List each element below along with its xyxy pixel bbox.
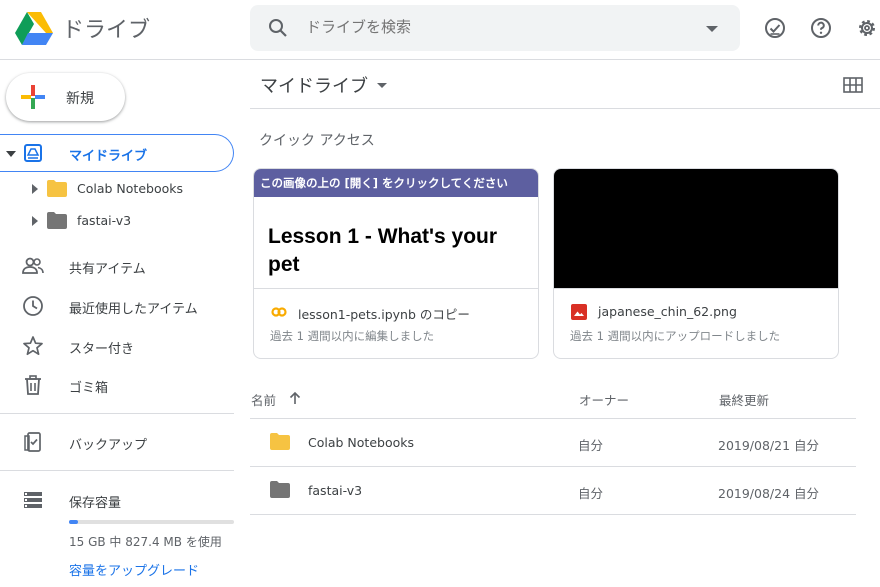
sidebar-item-starred[interactable]: スター付き bbox=[0, 328, 234, 364]
colab-icon bbox=[271, 307, 287, 317]
search-options-dropdown-icon[interactable] bbox=[706, 26, 718, 32]
sidebar-item-label: 最近使用したアイテム bbox=[69, 302, 198, 317]
folder-icon bbox=[270, 481, 290, 498]
sidebar-item-label: スター付き bbox=[69, 342, 135, 357]
expand-arrow-icon[interactable] bbox=[32, 216, 38, 226]
sidebar-item-label: バックアップ bbox=[69, 438, 148, 453]
table-row[interactable]: Colab Notebooks 自分 2019/08/21 自分 bbox=[250, 419, 856, 466]
sidebar-item-label: ゴミ箱 bbox=[69, 381, 109, 396]
storage-usage-text: 15 GB 中 827.4 MB を使用 bbox=[69, 535, 222, 549]
sidebar-item-recent[interactable]: 最近使用したアイテム bbox=[0, 288, 234, 324]
clock-icon bbox=[23, 296, 43, 316]
row-name: fastai-v3 bbox=[308, 483, 363, 498]
upgrade-storage-link[interactable]: 容量をアップグレード bbox=[69, 560, 199, 579]
drive-logo-icon[interactable] bbox=[14, 10, 54, 46]
sidebar-item-storage[interactable]: 保存容量 bbox=[0, 482, 234, 518]
list-divider bbox=[250, 514, 856, 515]
file-name: japanese_chin_62.png bbox=[598, 304, 737, 319]
shared-icon bbox=[22, 257, 44, 274]
sidebar-item-shared[interactable]: 共有アイテム bbox=[0, 248, 234, 284]
row-name: Colab Notebooks bbox=[308, 435, 414, 450]
top-bar: ドライブ bbox=[0, 0, 880, 60]
help-icon[interactable] bbox=[809, 16, 833, 40]
sidebar-item-my-drive[interactable]: マイドライブ bbox=[0, 134, 234, 172]
tree-item-colab-notebooks[interactable]: Colab Notebooks bbox=[0, 174, 234, 204]
image-thumbnail bbox=[554, 169, 838, 289]
page-title-dropdown-icon[interactable] bbox=[377, 83, 387, 88]
offline-check-icon[interactable] bbox=[763, 16, 787, 40]
tree-item-label: fastai-v3 bbox=[77, 213, 132, 228]
file-thumbnail: この画像の上の [開く] をクリックしてください Lesson 1 - What… bbox=[254, 169, 538, 289]
tree-item-fastai-v3[interactable]: fastai-v3 bbox=[0, 206, 234, 236]
my-drive-icon bbox=[24, 144, 42, 162]
sidebar-item-label: 共有アイテム bbox=[69, 262, 146, 277]
settings-icon[interactable] bbox=[855, 16, 879, 40]
quick-access-label: クイック アクセス bbox=[259, 133, 375, 149]
star-icon bbox=[23, 336, 43, 356]
quick-access-card[interactable]: この画像の上の [開く] をクリックしてください Lesson 1 - What… bbox=[253, 168, 539, 359]
storage-usage-fill bbox=[69, 520, 79, 524]
page-title[interactable]: マイドライブ bbox=[260, 72, 368, 98]
quick-access-card[interactable]: japanese_chin_62.png 過去 1 週間以内にアップロードしまし… bbox=[553, 168, 839, 359]
sort-ascending-icon[interactable] bbox=[288, 390, 302, 406]
sidebar-item-label: マイドライブ bbox=[69, 149, 148, 164]
sidebar-divider bbox=[0, 470, 234, 471]
column-header-owner[interactable]: オーナー bbox=[579, 390, 629, 409]
collapse-caret-icon[interactable] bbox=[6, 151, 16, 157]
file-activity: 過去 1 週間以内にアップロードしました bbox=[570, 329, 781, 343]
folder-icon bbox=[47, 212, 67, 229]
sidebar-divider bbox=[0, 413, 234, 414]
folder-icon bbox=[270, 433, 290, 450]
plus-icon bbox=[21, 85, 45, 109]
search-bar[interactable] bbox=[250, 5, 740, 51]
app-title[interactable]: ドライブ bbox=[62, 12, 150, 44]
folder-icon bbox=[47, 180, 67, 197]
row-owner: 自分 bbox=[578, 438, 604, 453]
new-button-label: 新規 bbox=[66, 91, 94, 107]
search-input[interactable] bbox=[306, 18, 686, 36]
backup-icon bbox=[24, 432, 41, 452]
expand-arrow-icon[interactable] bbox=[32, 184, 38, 194]
search-icon[interactable] bbox=[268, 18, 288, 38]
header-divider bbox=[250, 108, 880, 109]
new-button[interactable]: 新規 bbox=[6, 73, 125, 121]
column-header-name[interactable]: 名前 bbox=[251, 390, 276, 409]
file-activity: 過去 1 週間以内に編集しました bbox=[270, 329, 435, 343]
tree-item-label: Colab Notebooks bbox=[77, 181, 183, 196]
image-file-icon bbox=[571, 304, 587, 320]
thumbnail-banner: この画像の上の [開く] をクリックしてください bbox=[254, 169, 538, 197]
row-owner: 自分 bbox=[578, 486, 604, 501]
row-modified: 2019/08/24 自分 bbox=[718, 486, 820, 501]
storage-usage-bar bbox=[69, 520, 234, 524]
sidebar-item-label: 保存容量 bbox=[69, 496, 122, 511]
table-row[interactable]: fastai-v3 自分 2019/08/24 自分 bbox=[250, 467, 856, 514]
column-header-modified[interactable]: 最終更新 bbox=[719, 390, 769, 409]
file-name: lesson1-pets.ipynb のコピー bbox=[298, 307, 470, 322]
storage-icon bbox=[24, 492, 42, 508]
grid-view-icon[interactable] bbox=[843, 77, 863, 93]
thumbnail-heading: Lesson 1 - What's your pet bbox=[268, 225, 498, 276]
row-modified: 2019/08/21 自分 bbox=[718, 438, 820, 453]
sidebar-item-trash[interactable]: ゴミ箱 bbox=[0, 367, 234, 403]
trash-icon bbox=[25, 375, 41, 395]
sidebar-item-backup[interactable]: バックアップ bbox=[0, 424, 234, 460]
